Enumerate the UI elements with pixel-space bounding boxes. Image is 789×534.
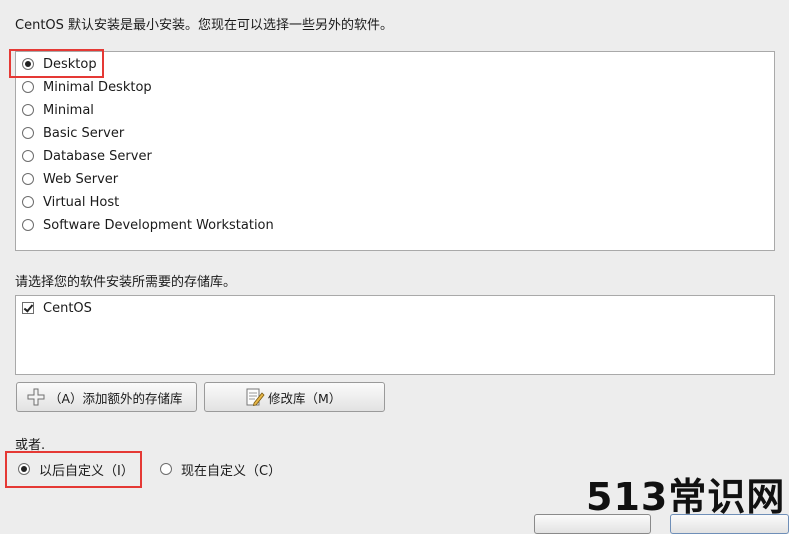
radio-software-dev-workstation[interactable] — [22, 219, 34, 231]
option-label: Web Server — [43, 171, 119, 187]
option-database-server[interactable]: Database Server — [22, 146, 152, 166]
option-basic-server[interactable]: Basic Server — [22, 123, 124, 143]
repo-label: CentOS — [43, 300, 92, 316]
radio-virtual-host[interactable] — [22, 196, 34, 208]
install-option-list[interactable]: Desktop Minimal Desktop Minimal Basic Se… — [15, 51, 775, 251]
radio-basic-server[interactable] — [22, 127, 34, 139]
add-repo-button[interactable]: （A）添加额外的存储库 — [16, 382, 197, 412]
checkbox-centos[interactable] — [22, 302, 34, 314]
option-label: Database Server — [43, 148, 152, 164]
modify-repo-button[interactable]: 修改库（M） — [204, 382, 385, 412]
repository-list[interactable]: CentOS — [15, 295, 775, 375]
customize-later-highlight-box — [5, 451, 142, 488]
option-web-server[interactable]: Web Server — [22, 169, 118, 189]
radio-customize-now[interactable] — [160, 463, 172, 475]
site-watermark: 513常识网 — [586, 475, 786, 519]
repo-item-centos[interactable]: CentOS — [22, 298, 92, 318]
option-minimal[interactable]: Minimal — [22, 100, 94, 120]
modify-repo-label: 修改库（M） — [268, 390, 342, 406]
option-minimal-desktop[interactable]: Minimal Desktop — [22, 77, 152, 97]
radio-database-server[interactable] — [22, 150, 34, 162]
option-label: Virtual Host — [43, 194, 120, 210]
option-label: Minimal Desktop — [43, 79, 152, 95]
option-label: Software Development Workstation — [43, 217, 274, 233]
plus-icon — [27, 388, 45, 406]
radio-web-server[interactable] — [22, 173, 34, 185]
radio-minimal-desktop[interactable] — [22, 81, 34, 93]
option-software-dev-workstation[interactable]: Software Development Workstation — [22, 215, 274, 235]
next-button[interactable] — [670, 514, 789, 534]
add-repo-label: （A）添加额外的存储库 — [49, 390, 183, 406]
option-virtual-host[interactable]: Virtual Host — [22, 192, 119, 212]
customize-now-option[interactable]: 现在自定义（C） — [160, 459, 281, 479]
desktop-highlight-box — [9, 49, 104, 78]
option-label: Basic Server — [43, 125, 125, 141]
radio-minimal[interactable] — [22, 104, 34, 116]
repo-section-label: 请选择您的软件安装所需要的存储库。 — [15, 275, 237, 290]
option-label: Minimal — [43, 102, 94, 118]
edit-document-icon — [246, 388, 265, 407]
customize-now-label: 现在自定义（C） — [181, 463, 282, 479]
back-button[interactable] — [534, 514, 651, 534]
intro-text: CentOS 默认安装是最小安装。您现在可以选择一些另外的软件。 — [15, 18, 394, 33]
